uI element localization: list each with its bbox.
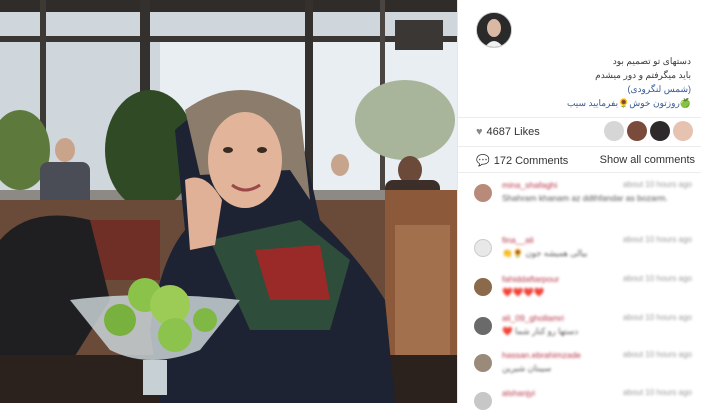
post-photo: [0, 0, 457, 403]
commenter-avatar[interactable]: [474, 278, 492, 296]
likes-count: 4687 Likes: [486, 126, 540, 138]
liker-avatar[interactable]: [673, 121, 693, 141]
comment-time: about 10 hours ago: [623, 350, 692, 359]
comment-username[interactable]: mina_shafaghi: [502, 180, 557, 190]
divider: [458, 172, 701, 173]
comment-username[interactable]: alshanjyi: [502, 388, 535, 398]
comment-text: ❤️ دستها رو کنار شما: [502, 326, 579, 336]
comment-item: hassan.ebrahimzade about 10 hours ago سی…: [474, 350, 696, 390]
comment-time: about 10 hours ago: [623, 235, 692, 244]
comment-time: about 10 hours ago: [623, 313, 692, 322]
liker-avatar[interactable]: [627, 121, 647, 141]
commenter-avatar[interactable]: [474, 317, 492, 335]
heart-icon: ♥: [476, 126, 483, 138]
comment-username[interactable]: hassan.ebrahimzade: [502, 350, 581, 360]
commenter-avatar[interactable]: [474, 354, 492, 372]
comment-username[interactable]: ali_09_ghollamri: [502, 313, 564, 323]
caption-line: باید میگرفتم و دور میشدم: [595, 70, 691, 80]
likes-row[interactable]: ♥ 4687 Likes: [476, 126, 540, 138]
commenter-avatar[interactable]: [474, 184, 492, 202]
liker-avatar[interactable]: [650, 121, 670, 141]
comment-username[interactable]: fahiddaftarpour: [502, 274, 559, 284]
post-details-panel: دستهای تو تصمیم بود باید میگرفتم و دور م…: [457, 0, 701, 410]
comment-bubble-icon: 💬: [476, 155, 490, 167]
comment-text: Shahram khanam az ddthfandar as bozarm.: [502, 193, 668, 203]
comments-count-row: 💬 172 Comments: [476, 154, 569, 168]
caption-line: 🍏روزتون خوش🌻بفرمایید سیب: [566, 98, 691, 108]
caption-line: دستهای تو تصمیم بود: [612, 56, 691, 66]
likers-avatars: [604, 121, 693, 141]
caption-line: (شمس لنگرودی): [627, 84, 691, 94]
comment-time: about 10 hours ago: [623, 388, 692, 397]
show-all-comments-link[interactable]: Show all comments: [600, 154, 695, 166]
comment-item: mina_shafaghi about 10 hours ago Shahram…: [474, 180, 696, 220]
comment-text: ❤️❤️❤️❤️: [502, 287, 545, 297]
post-caption: دستهای تو تصمیم بود باید میگرفتم و دور م…: [481, 54, 691, 110]
liker-avatar[interactable]: [604, 121, 624, 141]
commenter-avatar[interactable]: [474, 392, 492, 410]
commenter-avatar[interactable]: [474, 239, 492, 257]
comment-text: سیبتان شیرین: [502, 363, 552, 373]
divider: [458, 146, 701, 147]
divider: [458, 117, 701, 118]
comment-username[interactable]: fina__ali: [502, 235, 534, 245]
comment-item: fahiddaftarpour about 10 hours ago ❤️❤️❤…: [474, 274, 696, 314]
comment-item: fina__ali about 10 hours ago 👏🌻 بیالی هم…: [474, 235, 696, 275]
comment-item: ali_09_ghollamri about 10 hours ago ❤️ د…: [474, 313, 696, 353]
comment-time: about 10 hours ago: [623, 180, 692, 189]
comment-time: about 10 hours ago: [623, 274, 692, 283]
author-avatar[interactable]: [476, 12, 512, 48]
comments-count: 172 Comments: [493, 154, 569, 167]
comment-text: 👏🌻 بیالی همیشه جون: [502, 248, 588, 258]
comment-item: alshanjyi about 10 hours ago: [474, 388, 696, 410]
